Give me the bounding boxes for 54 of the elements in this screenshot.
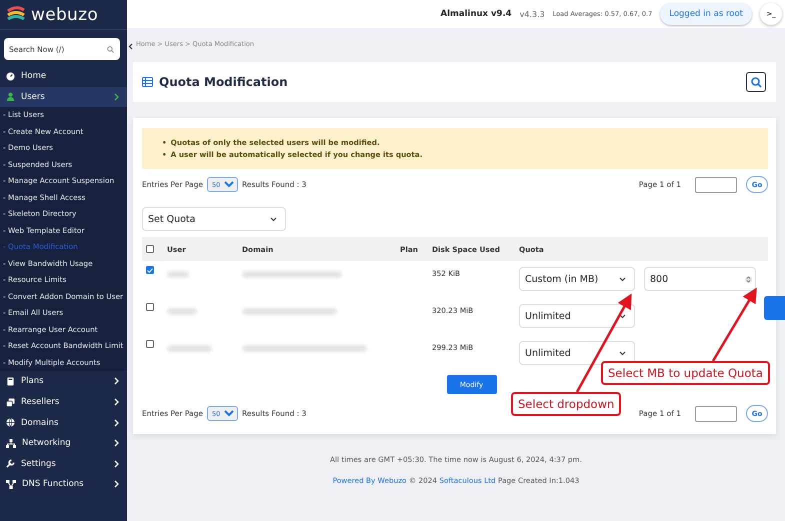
- app-version: v4.3.3: [520, 10, 545, 18]
- spinner-icon: [745, 274, 752, 284]
- quota-select[interactable]: Custom (in MB): [519, 267, 635, 291]
- blurred-username: [167, 271, 189, 278]
- page-input[interactable]: [695, 176, 737, 192]
- book-icon: [6, 376, 15, 386]
- sidebar-item[interactable]: Resellers: [0, 392, 127, 412]
- sidebar-item[interactable]: Plans: [0, 371, 127, 392]
- wrench-icon: [6, 459, 15, 468]
- list-icon: [142, 77, 153, 87]
- quota-select[interactable]: Unlimited: [519, 304, 635, 328]
- network-icon: [6, 438, 16, 448]
- chevron-right-icon: [114, 460, 119, 468]
- chevron-down-icon: [619, 350, 626, 356]
- blurred-username: [167, 345, 212, 352]
- globe-icon: [6, 418, 15, 428]
- sidebar-item[interactable]: Users: [0, 86, 127, 108]
- chevron-right-icon: [114, 418, 119, 427]
- chevron-down-icon: [619, 276, 626, 282]
- search-button[interactable]: [746, 72, 766, 92]
- chevron-down-icon: [619, 314, 626, 318]
- bulk-action-select[interactable]: Set Quota: [142, 207, 286, 231]
- sidebar-item[interactable]: Networking: [0, 432, 127, 454]
- nodes-icon: [6, 480, 16, 489]
- chevron-down-icon: [270, 216, 277, 222]
- page-title: Quota Modification: [159, 75, 289, 89]
- sidebar-item[interactable]: DNS Functions: [0, 474, 127, 495]
- sidebar-item[interactable]: Domains: [0, 412, 127, 433]
- chevron-right-icon: [114, 480, 119, 488]
- checkbox[interactable]: [146, 266, 154, 274]
- sidebar-item[interactable]: Settings: [0, 454, 127, 474]
- blurred-username: [167, 308, 197, 315]
- checkbox[interactable]: [146, 245, 154, 253]
- chevron-right-icon: [114, 398, 119, 406]
- chevron-right-icon: [114, 92, 119, 101]
- chevron-right-icon: [114, 439, 119, 448]
- chevron-right-icon: [114, 377, 119, 386]
- annotation-callout: Select dropdown: [511, 392, 622, 416]
- checkbox[interactable]: [146, 303, 154, 311]
- quota-select[interactable]: Unlimited: [519, 341, 635, 365]
- logged-in-button[interactable]: Logged in as root: [660, 3, 752, 25]
- quota-input[interactable]: 800: [644, 267, 756, 291]
- brand-name: webuzo: [31, 4, 98, 24]
- dashboard-icon: [6, 72, 15, 81]
- search-icon: [750, 76, 762, 88]
- copy-icon: [6, 398, 15, 407]
- checkbox[interactable]: [146, 340, 154, 348]
- page-input[interactable]: [695, 406, 737, 422]
- collapse-icon[interactable]: [128, 43, 133, 50]
- search-icon: [107, 46, 114, 52]
- os-version: Almalinux v9.4: [440, 9, 512, 19]
- sidebar-item[interactable]: Home: [0, 66, 127, 87]
- annotation-callout: Select MB to update Quota: [601, 361, 770, 385]
- user-icon: [6, 92, 15, 102]
